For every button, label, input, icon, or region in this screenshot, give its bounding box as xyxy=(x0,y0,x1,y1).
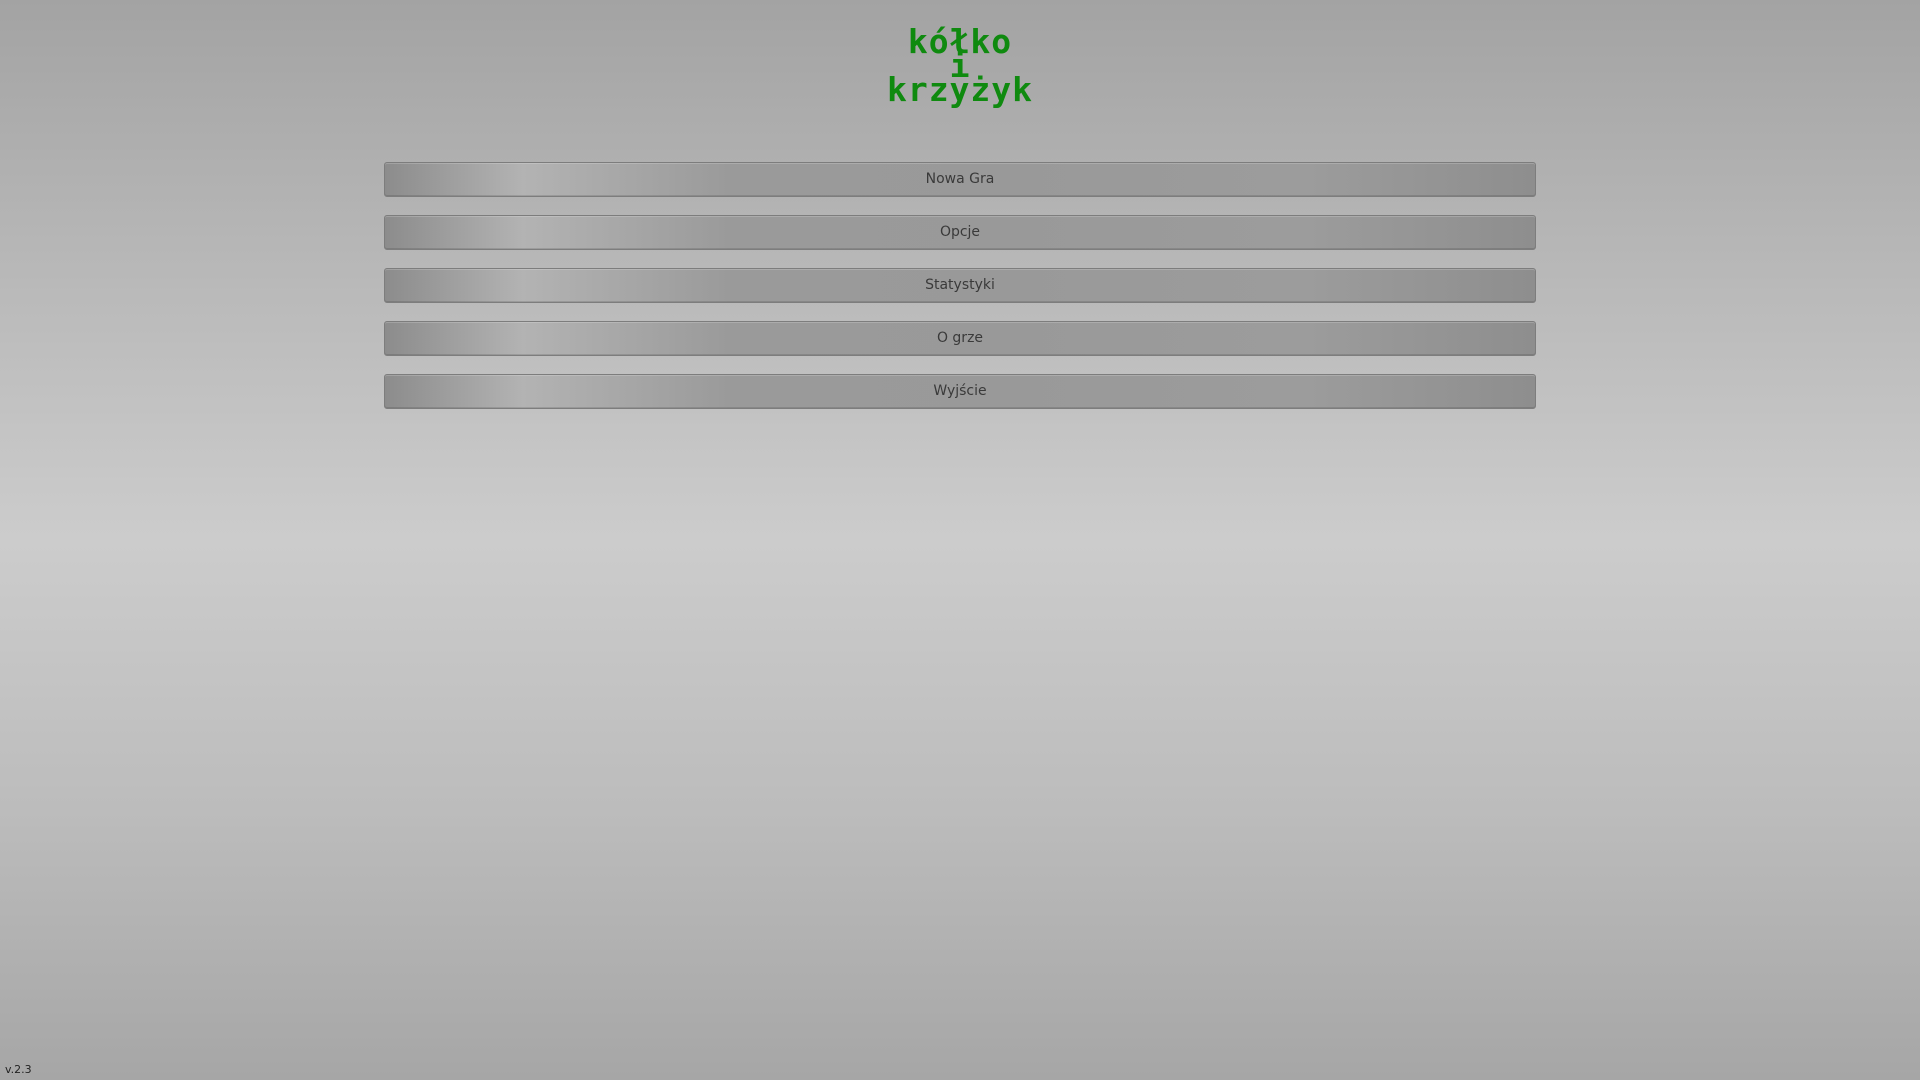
exit-button[interactable]: Wyjście xyxy=(384,374,1536,409)
game-title: kółko i krzyżyk xyxy=(0,25,1920,109)
options-button[interactable]: Opcje xyxy=(384,215,1536,250)
main-menu: Nowa Gra Opcje Statystyki O grze Wyjście xyxy=(384,162,1536,427)
about-button[interactable]: O grze xyxy=(384,321,1536,356)
new-game-button[interactable]: Nowa Gra xyxy=(384,162,1536,197)
title-line-3: krzyżyk xyxy=(886,70,1034,109)
statistics-button[interactable]: Statystyki xyxy=(384,268,1536,303)
version-label: v.2.3 xyxy=(5,1063,32,1076)
